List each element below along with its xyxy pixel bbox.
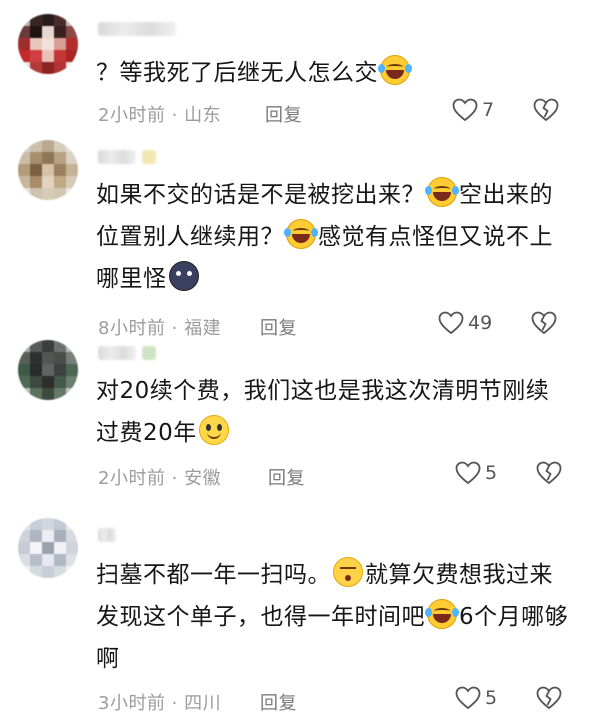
heart-icon <box>455 686 481 710</box>
broken-heart-icon <box>533 98 559 122</box>
broken-heart-icon <box>531 311 557 335</box>
comment-time-location: 3小时前 · 四川 <box>98 693 222 714</box>
reply-button[interactable]: 回复 <box>260 689 297 715</box>
crying-laughing-emoji <box>378 55 412 85</box>
comment-text-segment: 对20续个费，我们这也是我这次清明节刚续过费20年 <box>96 378 550 446</box>
username-blurred[interactable] <box>98 150 136 164</box>
like-count: 49 <box>468 312 493 334</box>
avatar[interactable] <box>18 14 78 74</box>
dark-moon-emoji <box>168 261 199 291</box>
crying-laughing-emoji <box>284 219 318 249</box>
like-button[interactable]: 5 <box>455 461 497 485</box>
dislike-button[interactable] <box>536 461 562 489</box>
dislike-button[interactable] <box>531 311 557 339</box>
heart-icon <box>452 98 478 122</box>
avatar[interactable] <box>18 140 78 200</box>
comment-text: 扫墓不都一年一扫吗。 就算欠费想我过来发现这个单子，也得一年时间吧 6个月哪够啊 <box>96 554 571 680</box>
comment-text-segment: 扫墓不都一年一扫吗。 <box>96 562 331 588</box>
like-count: 5 <box>485 687 498 709</box>
comment-time-location: 2小时前 · 安徽 <box>98 468 222 489</box>
user-badge <box>142 150 156 164</box>
dislike-button[interactable] <box>533 98 559 126</box>
crying-laughing-emoji <box>425 177 459 207</box>
reply-button[interactable]: 回复 <box>260 314 297 340</box>
comment-text: 如果不交的话是不是被挖出来？ 空出来的位置别人继续用？ 感觉有点怪但又说不上哪里怪 <box>96 174 571 300</box>
comment-time-location: 2小时前 · 山东 <box>98 105 222 126</box>
comment-text-segment: 如果不交的话是不是被挖出来？ <box>96 182 425 208</box>
like-count: 5 <box>485 462 498 484</box>
like-count: 7 <box>482 99 495 121</box>
crying-laughing-emoji <box>425 599 459 629</box>
dislike-button[interactable] <box>536 686 562 714</box>
sighing-emoji <box>333 557 363 587</box>
comment-text-segment: ？等我死了后继无人怎么交 <box>96 60 378 86</box>
broken-heart-icon <box>536 461 562 485</box>
avatar[interactable] <box>18 340 78 400</box>
username-blurred[interactable] <box>98 22 176 36</box>
comment-text: ？等我死了后继无人怎么交 <box>96 52 571 94</box>
user-badge <box>142 346 156 360</box>
reply-button[interactable]: 回复 <box>268 464 305 490</box>
comment-text: 对20续个费，我们这也是我这次清明节刚续过费20年 <box>96 370 571 454</box>
username-blurred[interactable] <box>98 346 136 360</box>
broken-heart-icon <box>536 686 562 710</box>
like-button[interactable]: 49 <box>438 311 492 335</box>
username-blurred[interactable] <box>98 528 116 542</box>
heart-icon <box>455 461 481 485</box>
like-button[interactable]: 7 <box>452 98 494 122</box>
reply-button[interactable]: 回复 <box>265 101 302 127</box>
avatar[interactable] <box>18 518 78 578</box>
smiling-emoji <box>198 415 229 445</box>
like-button[interactable]: 5 <box>455 686 497 710</box>
comment-time-location: 8小时前 · 福建 <box>98 318 222 339</box>
heart-icon <box>438 311 464 335</box>
